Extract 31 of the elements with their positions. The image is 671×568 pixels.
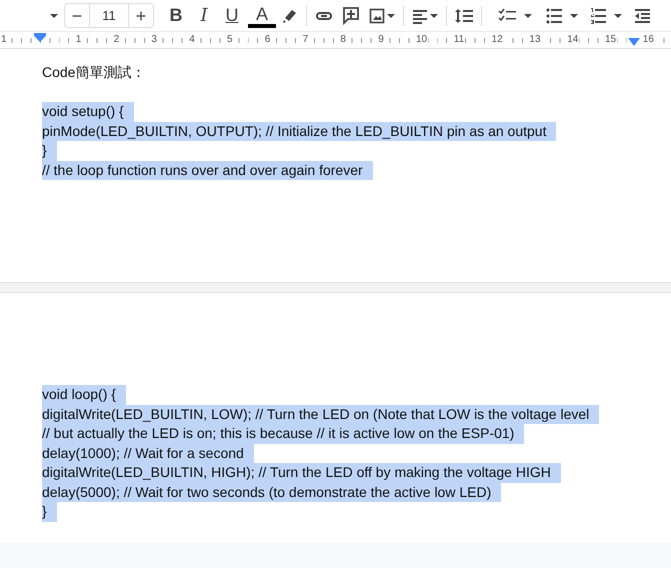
ruler-number: 1 <box>74 34 82 46</box>
indent-marker-icon[interactable] <box>34 33 46 42</box>
ruler-number: 7 <box>302 34 310 46</box>
bold-button[interactable]: B <box>162 2 190 28</box>
ruler-number: 3 <box>150 34 158 46</box>
decrease-indent-icon[interactable] <box>634 6 650 24</box>
underline-button[interactable]: U <box>218 2 246 28</box>
bulleted-list-icon[interactable] <box>546 6 562 24</box>
ruler-number: 9 <box>377 34 385 46</box>
ruler-number: 13 <box>528 34 542 46</box>
numbered-list-icon[interactable] <box>590 6 606 24</box>
ruler-number: 12 <box>490 34 504 46</box>
ruler-number: 8 <box>339 34 347 46</box>
ruler-number: 11 <box>452 34 466 46</box>
ruler-number: 6 <box>264 34 272 46</box>
ruler-number: 16 <box>642 34 655 46</box>
decrease-font-button[interactable]: − <box>65 4 89 27</box>
ruler-number: 2 <box>112 34 120 46</box>
line-spacing-icon[interactable] <box>455 6 473 24</box>
ruler-number: 14 <box>566 34 580 46</box>
increase-font-button[interactable]: + <box>129 4 153 27</box>
right-indent-marker-icon[interactable] <box>628 38 640 46</box>
ruler-number: 10 <box>415 34 428 46</box>
heading-text: Code簡單測試： <box>42 63 146 82</box>
image-icon[interactable] <box>369 6 385 24</box>
font-size-field[interactable]: 11 <box>89 4 129 27</box>
ruler-number: 5 <box>226 34 234 46</box>
comment-add-icon[interactable] <box>343 6 359 24</box>
ruler-number: 15 <box>604 34 618 46</box>
ruler-number: 4 <box>188 34 196 46</box>
italic-button[interactable]: I <box>190 2 218 28</box>
